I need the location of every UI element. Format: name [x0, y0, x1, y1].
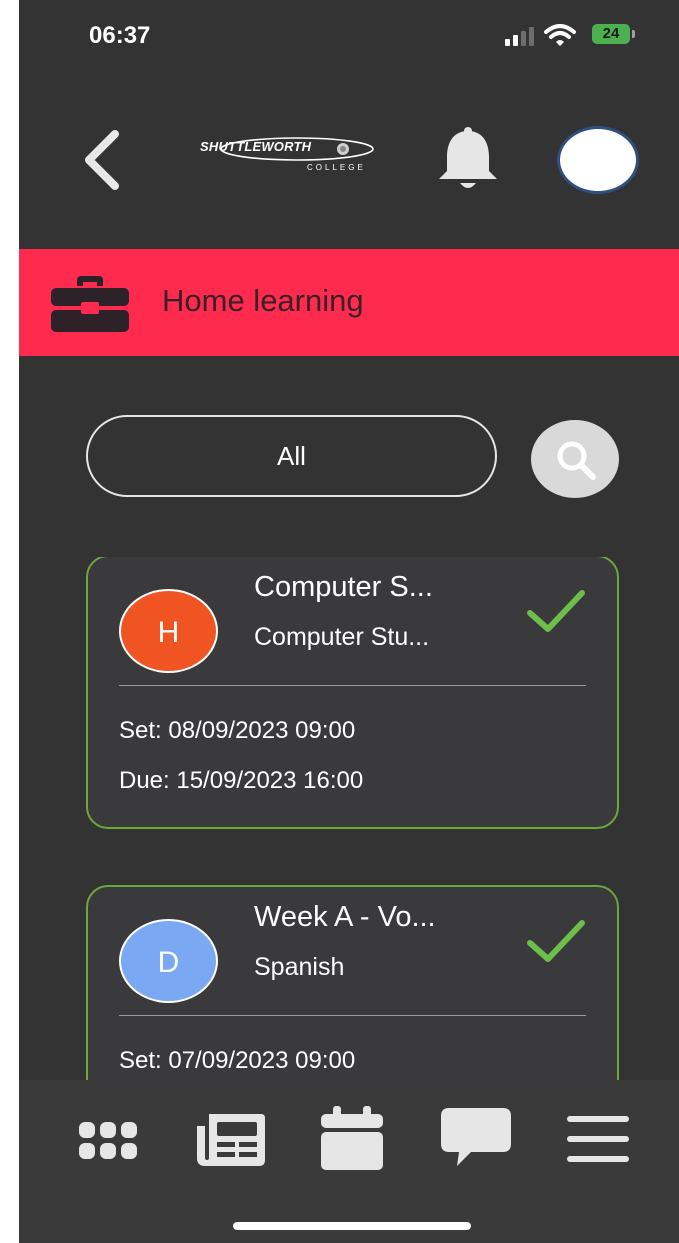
- apps-grid-icon[interactable]: [79, 1122, 139, 1160]
- magnifier-icon: [557, 441, 596, 480]
- item-title: Week A - Vo...: [254, 901, 436, 933]
- set-date: Set: 07/09/2023 09:00: [119, 1047, 356, 1074]
- list-item[interactable]: D Week A - Vo... Spanish Set: 07/09/2023…: [86, 885, 619, 1080]
- item-subject: Computer Stu...: [254, 623, 430, 651]
- status-time: 06:37: [89, 22, 151, 49]
- check-icon: [527, 920, 585, 962]
- due-date: Due: 15/09/2023 16:00: [119, 767, 364, 794]
- battery-level: 24: [592, 24, 630, 44]
- newspaper-icon[interactable]: [195, 1110, 267, 1168]
- page-title: Home learning: [162, 283, 364, 318]
- menu-icon[interactable]: [567, 1116, 629, 1162]
- back-chevron-icon[interactable]: [79, 130, 123, 190]
- signal-icon: [505, 27, 534, 46]
- wifi-icon: [544, 24, 576, 46]
- phone-screen: 06:37 24 SHUTTLEWORTH COLLEGE Home learn…: [19, 0, 679, 1243]
- avatar[interactable]: [557, 126, 639, 194]
- list-item[interactable]: H Computer S... Computer Stu... Set: 08/…: [86, 557, 619, 829]
- check-icon: [527, 590, 585, 632]
- subject-initial-badge: H: [119, 589, 218, 673]
- card-divider: [119, 1015, 586, 1016]
- card-divider: [119, 685, 586, 686]
- subject-initial-badge: D: [119, 919, 218, 1003]
- bell-icon[interactable]: [433, 125, 503, 195]
- briefcase-icon: [51, 276, 129, 332]
- chat-bubble-icon[interactable]: [441, 1108, 511, 1168]
- item-title: Computer S...: [254, 571, 433, 603]
- item-subject: Spanish: [254, 953, 345, 981]
- set-date: Set: 08/09/2023 09:00: [119, 717, 356, 744]
- home-learning-list[interactable]: H Computer S... Computer Stu... Set: 08/…: [19, 557, 679, 1080]
- logo-subtext: COLLEGE: [307, 163, 366, 172]
- filter-selected-value[interactable]: All: [86, 415, 497, 497]
- search-button[interactable]: [531, 420, 619, 498]
- calendar-icon[interactable]: [321, 1106, 383, 1170]
- logo-wordmark: SHUTTLEWORTH: [200, 139, 312, 154]
- battery-cap: [632, 30, 635, 38]
- home-indicator[interactable]: [233, 1222, 471, 1230]
